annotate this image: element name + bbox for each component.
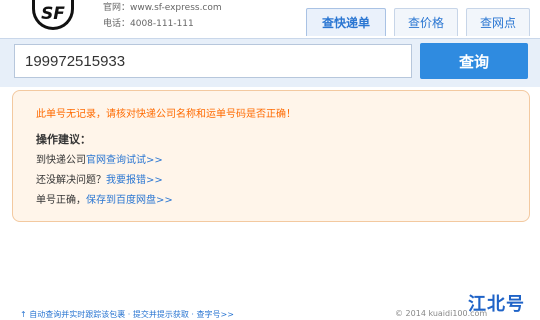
phone-label: 电话：4008-111-111	[103, 19, 194, 29]
header: SF 官网：www.sf-express.com 电话：4008-111-111…	[0, 0, 540, 38]
tip-official-site-label: 到快递公司	[36, 155, 86, 166]
tip-save-to-cloud: 单号正确，保存到百度网盘>>	[36, 191, 173, 206]
footer: ↑ 自动查询并实时跟踪该包裹 · 提交并提示获取 · 查字号>> © 2014 …	[0, 304, 540, 320]
tracking-number-input[interactable]	[14, 44, 412, 78]
tip-report-error: 还没解决问题？我要报错>>	[36, 171, 163, 186]
save-to-cloud-link[interactable]: 保存到百度网盘>>	[86, 195, 173, 206]
tab-track-waybill[interactable]: 查快递单	[306, 8, 386, 36]
tip-official-site: 到快递公司官网查询试试>>	[36, 151, 163, 166]
footer-links[interactable]: ↑ 自动查询并实时跟踪该包裹 · 提交并提示获取 · 查字号>>	[20, 309, 234, 320]
tip-save-to-cloud-label: 单号正确，	[36, 195, 86, 206]
no-record-notice: 此单号无记录，请核对快递公司名称和运单号码是否正确！ 操作建议： 到快递公司官网…	[12, 90, 530, 222]
tab-outlets[interactable]: 查网点	[466, 8, 530, 36]
watermark-logo: 江北号	[468, 294, 525, 315]
tab-price[interactable]: 查价格	[394, 8, 458, 36]
sf-logo[interactable]: SF	[32, 0, 74, 30]
tip-report-error-label: 还没解决问题？	[36, 175, 106, 186]
query-button[interactable]: 查询	[420, 43, 528, 79]
company-meta: 官网：www.sf-express.com 电话：4008-111-111	[103, 0, 222, 32]
report-error-link[interactable]: 我要报错>>	[106, 175, 163, 186]
search-bar: 查询	[0, 38, 540, 87]
tips-title: 操作建议：	[36, 133, 91, 146]
warning-text: 此单号无记录，请核对快递公司名称和运单号码是否正确！	[36, 109, 296, 120]
official-site-link[interactable]: 官网查询试试>>	[86, 155, 163, 166]
tab-bar: 查快递单 查价格 查网点	[306, 8, 530, 38]
website-label: 官网：www.sf-express.com	[103, 3, 222, 13]
